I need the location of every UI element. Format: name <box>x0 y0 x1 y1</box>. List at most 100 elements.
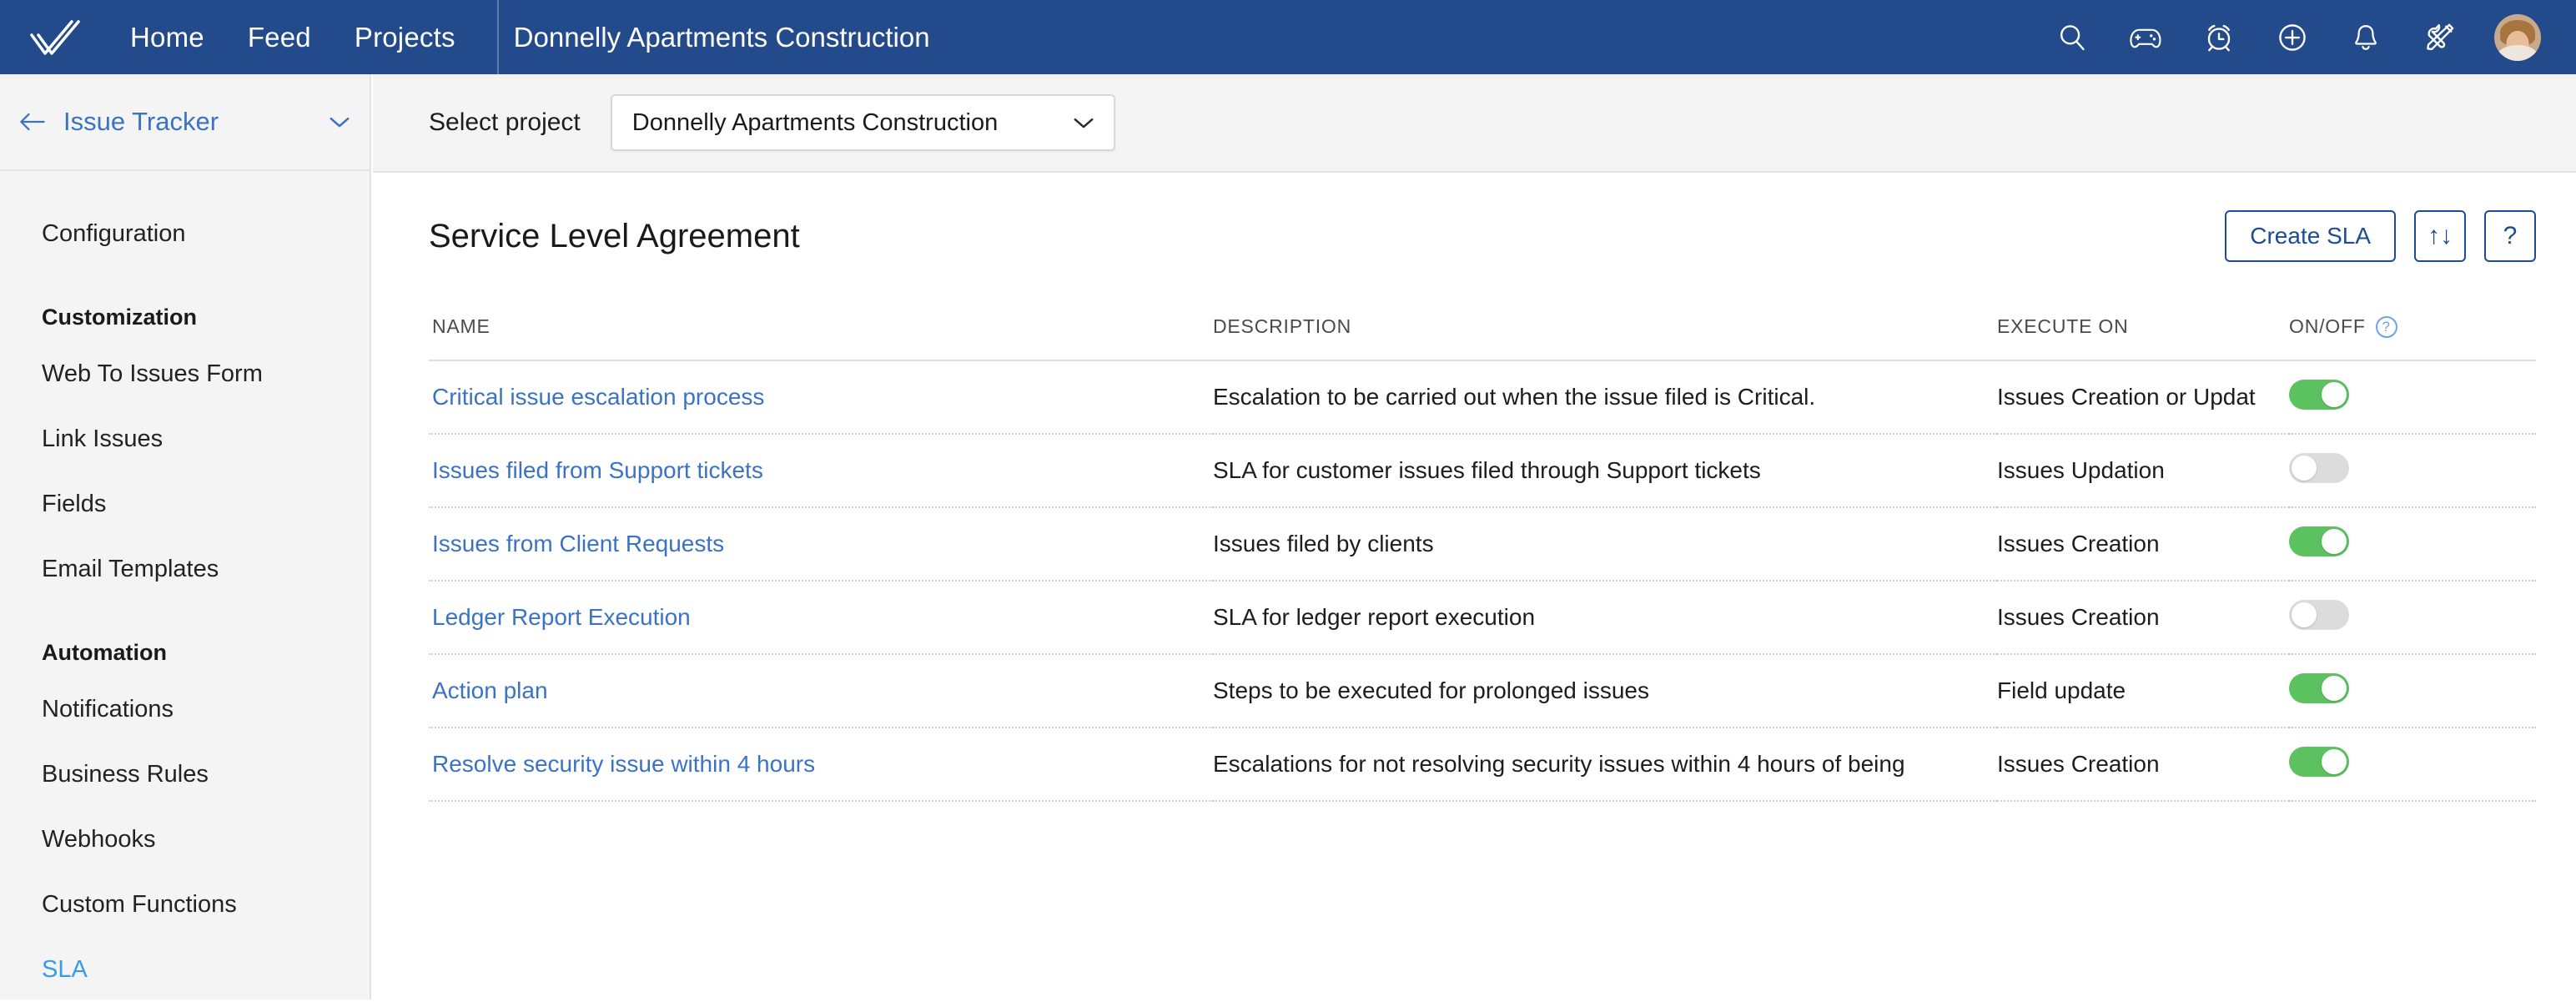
bell-icon[interactable] <box>2347 19 2384 56</box>
avatar-body <box>2498 44 2537 61</box>
cell-name: Action plan <box>429 654 1213 728</box>
sidebar-header[interactable]: Issue Tracker <box>0 74 370 171</box>
select-project-label: Select project <box>429 108 581 136</box>
onoff-toggle[interactable] <box>2289 526 2349 556</box>
onoff-toggle[interactable] <box>2289 599 2349 630</box>
sidebar-item-email-templates[interactable]: Email Templates <box>0 536 370 602</box>
cell-execute-on: Issues Creation <box>1997 728 2289 802</box>
current-project-title: Donnelly Apartments Construction <box>513 21 930 53</box>
plus-circle-icon[interactable] <box>2274 19 2311 56</box>
sla-name-link[interactable]: Ledger Report Execution <box>429 604 691 630</box>
cell-execute-on: Field update <box>1997 654 2289 728</box>
sidebar-item-fields[interactable]: Fields <box>0 471 370 536</box>
onoff-toggle[interactable] <box>2289 746 2349 777</box>
cell-description: Issues filed by clients <box>1213 507 1997 582</box>
sla-name-link[interactable]: Resolve security issue within 4 hours <box>429 751 815 777</box>
sidebar-item-webhooks[interactable]: Webhooks <box>0 807 370 872</box>
page-header: Service Level Agreement Create SLA ↑↓ ? <box>373 173 2576 262</box>
create-sla-button[interactable]: Create SLA <box>2225 210 2396 262</box>
cell-execute-on: Issues Creation <box>1997 581 2289 655</box>
sidebar-item-configuration[interactable]: Configuration <box>0 201 370 266</box>
toggle-knob <box>2322 381 2347 407</box>
table-row: Critical issue escalation process Escalat… <box>429 360 2536 435</box>
cell-onoff <box>2289 728 2536 802</box>
column-header-description[interactable]: DESCRIPTION <box>1213 315 1997 361</box>
sidebar-item-business-rules[interactable]: Business Rules <box>0 742 370 807</box>
column-header-execute-on[interactable]: EXECUTE ON <box>1997 315 2289 361</box>
toggle-knob <box>2292 455 2317 481</box>
onoff-toggle[interactable] <box>2289 672 2349 703</box>
sla-name-link[interactable]: Action plan <box>429 677 548 703</box>
cell-description: SLA for customer issues filed through Su… <box>1213 434 1997 508</box>
search-icon[interactable] <box>2054 19 2090 56</box>
page-header-actions: Create SLA ↑↓ ? <box>2225 210 2536 262</box>
sla-name-link[interactable]: Critical issue escalation process <box>429 384 764 410</box>
chevron-down-icon <box>1072 115 1095 130</box>
cell-execute-on: Issues Updation <box>1997 434 2289 508</box>
alarm-clock-icon[interactable] <box>2201 19 2237 56</box>
cell-onoff <box>2289 434 2536 508</box>
sidebar-item-sla[interactable]: SLA <box>0 937 370 1002</box>
onoff-toggle[interactable] <box>2289 379 2349 410</box>
column-header-onoff[interactable]: ON/OFF ? <box>2289 315 2536 361</box>
page-title: Service Level Agreement <box>429 217 800 254</box>
help-button[interactable]: ? <box>2484 210 2536 262</box>
cell-description: Escalations for not resolving security i… <box>1213 728 1997 802</box>
cell-description: Escalation to be carried out when the is… <box>1213 360 1997 435</box>
cell-onoff <box>2289 360 2536 435</box>
cell-description: Steps to be executed for prolonged issue… <box>1213 654 1997 728</box>
table-header-row: NAME DESCRIPTION EXECUTE ON ON/OFF ? <box>429 315 2536 361</box>
table-row: Issues from Client Requests Issues filed … <box>429 507 2536 582</box>
column-header-name[interactable]: NAME <box>429 315 1213 361</box>
cell-name: Ledger Report Execution <box>429 581 1213 655</box>
back-arrow-icon[interactable] <box>18 111 47 133</box>
top-bar-actions <box>2054 0 2576 74</box>
sort-button[interactable]: ↑↓ <box>2414 210 2466 262</box>
sidebar-nav-list: Configuration Customization Web To Issue… <box>0 171 370 1002</box>
cell-onoff <box>2289 507 2536 582</box>
double-check-logo-icon <box>30 19 80 55</box>
cell-name: Resolve security issue within 4 hours <box>429 728 1213 802</box>
onoff-toggle[interactable] <box>2289 452 2349 483</box>
app-logo[interactable] <box>0 0 108 74</box>
sidebar-item-notifications[interactable]: Notifications <box>0 677 370 742</box>
chevron-down-icon[interactable] <box>328 114 351 129</box>
project-select-dropdown[interactable]: Donnelly Apartments Construction <box>610 94 1115 151</box>
project-select-value: Donnelly Apartments Construction <box>631 108 999 136</box>
sidebar-group-automation: Automation <box>42 640 167 665</box>
table-row: Ledger Report Execution SLA for ledger re… <box>429 581 2536 655</box>
sla-name-link[interactable]: Issues from Client Requests <box>429 531 724 556</box>
table-row: Resolve security issue within 4 hours Esc… <box>429 728 2536 802</box>
nav-item-home[interactable]: Home <box>108 22 226 53</box>
sidebar-header-title: Issue Tracker <box>63 107 219 136</box>
table-row: Action plan Steps to be executed for prol… <box>429 654 2536 728</box>
game-controller-icon[interactable] <box>2127 19 2164 56</box>
main-content: Service Level Agreement Create SLA ↑↓ ? … <box>373 173 2576 999</box>
cell-name: Issues filed from Support tickets <box>429 434 1213 508</box>
cell-description: SLA for ledger report execution <box>1213 581 1997 655</box>
sla-table-container: NAME DESCRIPTION EXECUTE ON ON/OFF ? Cri… <box>373 315 2576 802</box>
project-select-bar: Select project Donnelly Apartments Const… <box>373 74 2576 173</box>
top-navigation-bar: Home Feed Projects Donnelly Apartments C… <box>0 0 2576 74</box>
sla-name-link[interactable]: Issues filed from Support tickets <box>429 457 763 483</box>
cell-name: Critical issue escalation process <box>429 360 1213 435</box>
nav-divider <box>496 0 499 74</box>
toggle-knob <box>2322 528 2347 554</box>
cell-onoff <box>2289 581 2536 655</box>
cell-onoff <box>2289 654 2536 728</box>
table-body: Critical issue escalation process Escalat… <box>429 360 2536 802</box>
primary-nav: Home Feed Projects <box>108 0 477 74</box>
cell-execute-on: Issues Creation <box>1997 507 2289 582</box>
nav-item-feed[interactable]: Feed <box>226 22 333 53</box>
sidebar-item-web-to-issues-form[interactable]: Web To Issues Form <box>0 341 370 406</box>
cell-name: Issues from Client Requests <box>429 507 1213 582</box>
nav-item-projects[interactable]: Projects <box>333 22 477 53</box>
toggle-knob <box>2322 748 2347 774</box>
toggle-knob <box>2322 675 2347 701</box>
sidebar-item-custom-functions[interactable]: Custom Functions <box>0 872 370 937</box>
sidebar-item-link-issues[interactable]: Link Issues <box>0 406 370 471</box>
avatar[interactable] <box>2494 13 2541 61</box>
onoff-help-icon[interactable]: ? <box>2375 315 2397 338</box>
column-header-onoff-label: ON/OFF <box>2289 315 2366 337</box>
tools-icon[interactable] <box>2421 19 2458 56</box>
